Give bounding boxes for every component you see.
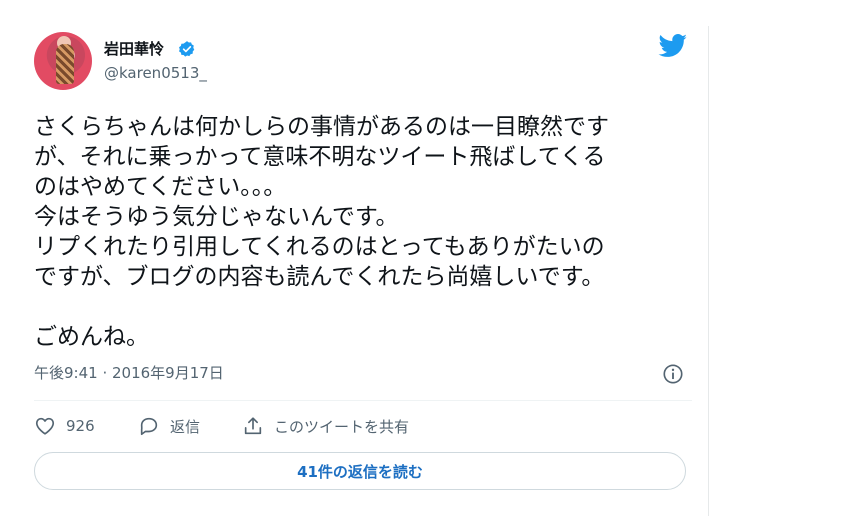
like-count: 926 [66, 417, 95, 435]
verified-badge-icon [179, 41, 195, 57]
divider [34, 400, 692, 401]
author-name[interactable]: 岩田華怜 [104, 40, 164, 58]
tweet-card: 岩田華怜 @karen0513_ さくらちゃんは何かしらの事情があるのは一目瞭然… [18, 26, 709, 516]
avatar[interactable] [34, 32, 92, 90]
share-label: このツイートを共有 [274, 417, 410, 436]
author-handle[interactable]: @karen0513_ [104, 64, 207, 82]
tweet-timestamp[interactable]: 午後9:41 · 2016年9月17日 [34, 363, 224, 383]
share-button[interactable]: このツイートを共有 [242, 414, 409, 438]
like-button[interactable]: 926 [34, 414, 95, 438]
reply-button[interactable]: 返信 [138, 414, 200, 438]
info-icon[interactable] [662, 363, 684, 385]
reply-label: 返信 [170, 417, 201, 436]
heart-icon [35, 417, 55, 435]
twitter-bird-icon[interactable] [658, 34, 688, 58]
tweet-text: さくらちゃんは何かしらの事情があるのは一目瞭然です が、それに乗っかって意味不明… [34, 114, 609, 350]
reply-bubble-icon [140, 417, 158, 436]
share-upload-icon [244, 417, 262, 435]
read-replies-button[interactable]: 41件の返信を読む [34, 452, 686, 490]
